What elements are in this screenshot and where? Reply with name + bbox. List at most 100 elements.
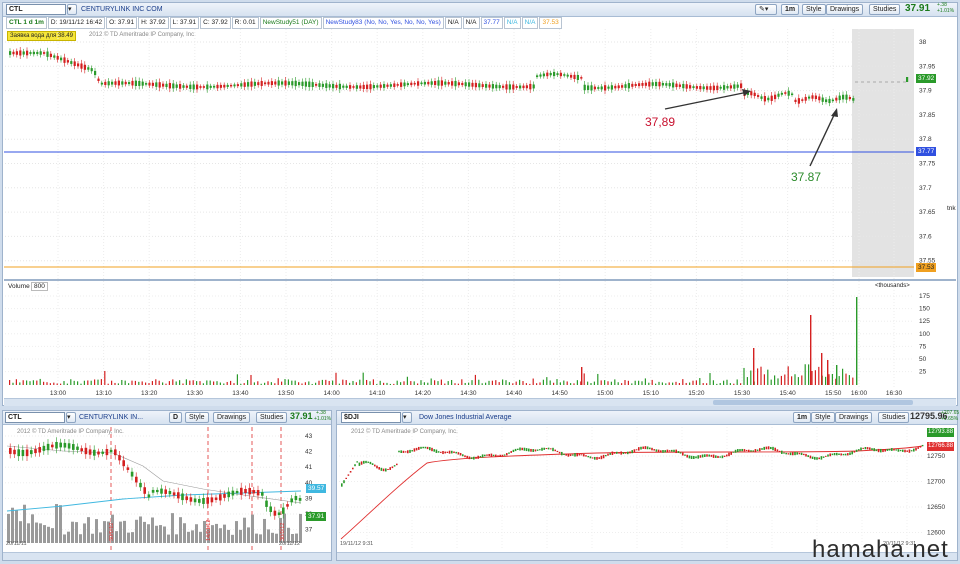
time-scrollbar[interactable] bbox=[4, 398, 956, 406]
candle-body bbox=[284, 80, 287, 86]
volume-bar bbox=[202, 383, 204, 385]
daily-price-tick: 39 bbox=[305, 495, 313, 502]
candle-body bbox=[270, 81, 273, 86]
dji-candle bbox=[807, 455, 809, 458]
volume-bar bbox=[168, 381, 170, 385]
dji-candle bbox=[618, 452, 620, 454]
daily-volume-bar bbox=[167, 534, 170, 543]
candle-body bbox=[563, 74, 566, 76]
time-tick-label: 13:20 bbox=[141, 390, 158, 397]
volume-bar bbox=[349, 382, 351, 385]
volume-bar bbox=[427, 382, 429, 385]
daily-volume-bar bbox=[115, 531, 118, 543]
volume-bar bbox=[209, 380, 211, 385]
candle-body bbox=[553, 71, 556, 77]
main-chart-canvas[interactable]: 38 37.95 37.9 37.85 37.8 37.75 37.7 37.65 37.6 37… bbox=[3, 3, 959, 407]
price-tick-label: 37.75 bbox=[919, 161, 936, 168]
candle-body bbox=[66, 60, 69, 63]
candle-body bbox=[787, 90, 790, 96]
daily-candle-body bbox=[269, 506, 272, 513]
candle-body bbox=[185, 85, 188, 88]
candle-body bbox=[706, 86, 709, 90]
volume-bar bbox=[138, 381, 140, 385]
daily-volume-bar bbox=[35, 522, 38, 543]
volume-bar bbox=[559, 382, 561, 385]
dji-candle bbox=[732, 451, 735, 453]
volume-bar bbox=[685, 382, 687, 385]
candle-body bbox=[695, 86, 698, 89]
daily-volume-bar bbox=[79, 534, 82, 543]
candle-body bbox=[522, 85, 525, 89]
scrollbar-thumb[interactable] bbox=[713, 400, 913, 405]
volume-bar bbox=[621, 383, 623, 385]
volume-bar bbox=[63, 381, 65, 385]
daily-scrollbar[interactable] bbox=[3, 552, 331, 560]
daily-price-tick: 41 bbox=[305, 464, 313, 471]
daily-candle-body bbox=[88, 449, 92, 455]
volume-bar bbox=[716, 383, 718, 385]
volume-bar bbox=[814, 370, 816, 385]
dji-candle bbox=[752, 450, 754, 452]
volume-bar bbox=[665, 383, 667, 385]
candle-body bbox=[454, 80, 457, 87]
volume-bar bbox=[777, 378, 779, 385]
volume-bar bbox=[668, 382, 670, 385]
candle-body bbox=[253, 81, 256, 86]
dji-candle bbox=[695, 456, 697, 459]
candle-body bbox=[515, 86, 518, 88]
dji-candle bbox=[407, 450, 409, 454]
volume-bar bbox=[332, 380, 334, 385]
candle-body bbox=[372, 85, 375, 89]
candle-body bbox=[243, 82, 246, 87]
candle-body bbox=[797, 98, 800, 104]
candle-body bbox=[536, 75, 539, 78]
dji-candle bbox=[444, 451, 446, 454]
volume-bar bbox=[610, 381, 612, 385]
daily-volume-bar bbox=[163, 526, 166, 543]
dji-candle bbox=[745, 449, 748, 452]
daily-volume-bar bbox=[67, 531, 70, 543]
candle-body bbox=[617, 85, 620, 89]
daily-candle-body bbox=[256, 490, 260, 496]
candle-body bbox=[410, 82, 413, 86]
dji-candle bbox=[501, 454, 504, 457]
dji-candle bbox=[466, 455, 468, 459]
dji-candle bbox=[424, 446, 427, 449]
dji-candle bbox=[565, 454, 567, 456]
volume-bar bbox=[434, 380, 436, 385]
daily-volume-bar bbox=[171, 513, 174, 543]
candle-body bbox=[842, 94, 845, 100]
dji-candle bbox=[341, 483, 343, 487]
daily-candle-body bbox=[294, 495, 298, 501]
candle-body bbox=[583, 84, 586, 91]
dji-candle bbox=[525, 448, 528, 452]
candle-body bbox=[196, 84, 199, 90]
dji-candle bbox=[464, 455, 466, 458]
daily-volume-bar bbox=[43, 525, 46, 543]
daily-candle-body bbox=[147, 494, 151, 498]
candle-body bbox=[172, 83, 175, 89]
daily-candle-body bbox=[248, 487, 251, 495]
candle-body bbox=[121, 81, 124, 85]
daily-event-label: 30/0/12 bbox=[109, 523, 115, 541]
candle-body bbox=[223, 84, 226, 88]
dji-candle bbox=[915, 447, 917, 451]
volume-bar bbox=[277, 378, 279, 385]
dji-candle bbox=[730, 451, 732, 455]
candle-body bbox=[729, 85, 732, 89]
dji-candle bbox=[822, 456, 825, 458]
daily-last-tag: 37.91 bbox=[306, 512, 327, 521]
blue-level-tag: 37.77 bbox=[916, 147, 937, 156]
volume-bar bbox=[791, 376, 793, 385]
daily-volume-bar bbox=[147, 524, 150, 543]
dji-candle bbox=[490, 453, 493, 457]
daily-chart-canvas[interactable]: 4342414039383730/0/1214/01/1230/0/12 bbox=[3, 411, 333, 562]
volume-bar bbox=[570, 383, 572, 385]
dji-candle bbox=[886, 448, 889, 451]
candle-body bbox=[315, 83, 318, 86]
dji-candle bbox=[701, 454, 704, 458]
daily-volume-bar bbox=[39, 523, 42, 543]
daily-volume-bar bbox=[299, 513, 302, 543]
dji-candle bbox=[576, 452, 578, 457]
dji-candle bbox=[686, 454, 688, 458]
